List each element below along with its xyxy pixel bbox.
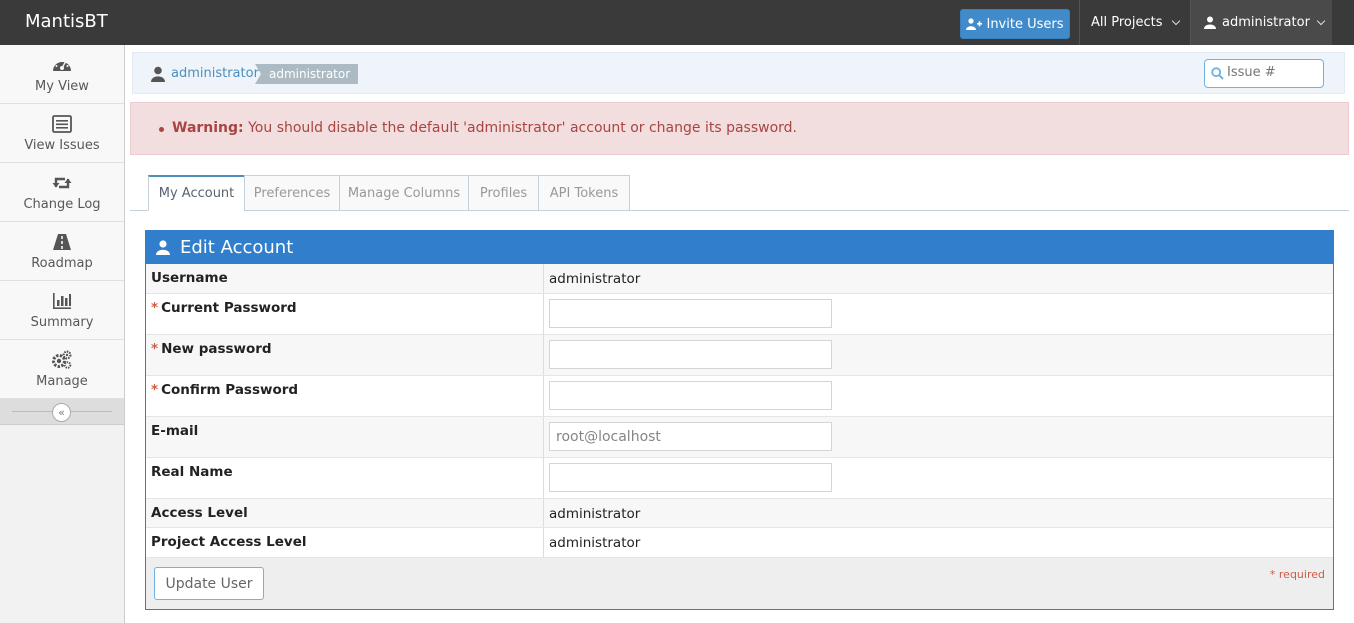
user-plus-icon [966, 18, 983, 30]
warning-title: Warning: [172, 120, 244, 136]
project-access-level-label: Project Access Level [146, 528, 544, 557]
breadcrumb-user-link[interactable]: administrator [171, 66, 259, 81]
project-access-level-value: administrator [549, 535, 641, 551]
access-level-label: Access Level [146, 499, 544, 527]
user-icon [151, 66, 165, 82]
project-access-level-row: Project Access Level administrator [146, 528, 1333, 558]
new-password-input[interactable] [549, 340, 832, 369]
tab-profiles[interactable]: Profiles [468, 175, 539, 211]
confirm-password-row: * Confirm Password [146, 376, 1333, 417]
access-level-row: Access Level administrator [146, 499, 1333, 528]
warning-text: Warning: You should disable the default … [172, 120, 797, 136]
account-tabs: My Account Preferences Manage Columns Pr… [130, 175, 1349, 211]
bullet-icon [159, 127, 164, 132]
chevron-down-icon [1316, 16, 1326, 25]
sidebar-item-change-log[interactable]: Change Log [0, 163, 124, 222]
chevron-down-icon [1171, 16, 1180, 25]
username-value: administrator [549, 271, 641, 287]
search-icon [1211, 67, 1224, 80]
issue-number-input[interactable] [1227, 65, 1317, 80]
new-password-row: * New password [146, 335, 1333, 376]
sidebar-item-label: Manage [36, 373, 88, 389]
confirm-password-label: * Confirm Password [146, 376, 544, 416]
warning-alert: Warning: You should disable the default … [130, 102, 1349, 155]
required-star: * [151, 382, 159, 398]
email-label: E-mail [146, 417, 544, 457]
confirm-password-text: Confirm Password [161, 382, 299, 398]
project-selector[interactable]: All Projects [1079, 0, 1190, 45]
panel-title: Edit Account [180, 237, 294, 258]
tab-api-tokens[interactable]: API Tokens [538, 175, 630, 211]
gears-icon [52, 349, 72, 369]
warning-message: You should disable the default 'administ… [243, 120, 797, 136]
current-password-input[interactable] [549, 299, 832, 328]
panel-footer: Update User * required [146, 558, 1333, 609]
sidebar-item-view-issues[interactable]: View Issues [0, 104, 124, 163]
dashboard-icon [53, 60, 71, 71]
confirm-password-input[interactable] [549, 381, 832, 410]
sidebar-item-label: View Issues [24, 137, 100, 153]
required-star: * [151, 341, 159, 357]
user-menu-label: administrator [1222, 15, 1310, 30]
panel-header: Edit Account [146, 231, 1333, 264]
sidebar-item-label: My View [35, 78, 89, 94]
user-menu[interactable]: administrator [1190, 0, 1332, 45]
email-row: E-mail [146, 417, 1333, 458]
sidebar-item-roadmap[interactable]: Roadmap [0, 222, 124, 281]
user-icon [156, 240, 170, 255]
email-field[interactable] [549, 422, 832, 451]
breadcrumb: administrator administrator [132, 52, 1345, 94]
current-password-row: * Current Password [146, 294, 1333, 335]
double-chevron-left-icon[interactable]: « [52, 403, 71, 422]
road-icon [53, 233, 71, 250]
sidebar: My View View Issues Change Log Roadmap S… [0, 45, 125, 623]
invite-users-button[interactable]: Invite Users [960, 9, 1070, 39]
required-note: * required [1269, 568, 1325, 581]
sidebar-item-label: Summary [30, 314, 94, 330]
sidebar-collapse-bar: « [0, 399, 124, 425]
sidebar-item-manage[interactable]: Manage [0, 340, 124, 399]
real-name-field[interactable] [549, 463, 832, 492]
sidebar-item-my-view[interactable]: My View [0, 45, 124, 104]
top-navbar: MantisBT Invite Users All Projects admin… [0, 0, 1354, 45]
username-row: Username administrator [146, 264, 1333, 294]
current-password-text: Current Password [161, 300, 297, 316]
access-level-value: administrator [549, 506, 641, 522]
sidebar-item-label: Roadmap [31, 255, 93, 271]
username-label: Username [146, 264, 544, 293]
access-level-badge: administrator [254, 64, 359, 84]
new-password-label: * New password [146, 335, 544, 375]
edit-account-panel: Edit Account Username administrator * Cur… [145, 230, 1334, 610]
tab-preferences[interactable]: Preferences [244, 175, 340, 211]
list-icon [52, 114, 72, 133]
current-password-label: * Current Password [146, 294, 544, 334]
user-icon [1204, 16, 1216, 29]
sidebar-item-label: Change Log [23, 196, 101, 212]
retweet-icon [52, 177, 72, 188]
required-star: * [151, 300, 159, 316]
project-selector-label: All Projects [1091, 15, 1163, 30]
real-name-row: Real Name [146, 458, 1333, 499]
new-password-text: New password [161, 341, 272, 357]
invite-users-label: Invite Users [986, 16, 1064, 32]
update-user-button[interactable]: Update User [154, 567, 264, 600]
tab-manage-columns[interactable]: Manage Columns [339, 175, 469, 211]
brand-logo[interactable]: MantisBT [25, 11, 108, 32]
issue-search-box [1204, 59, 1324, 88]
tab-my-account[interactable]: My Account [148, 175, 245, 211]
bar-chart-icon [53, 292, 71, 309]
real-name-label: Real Name [146, 458, 544, 498]
sidebar-item-summary[interactable]: Summary [0, 281, 124, 340]
